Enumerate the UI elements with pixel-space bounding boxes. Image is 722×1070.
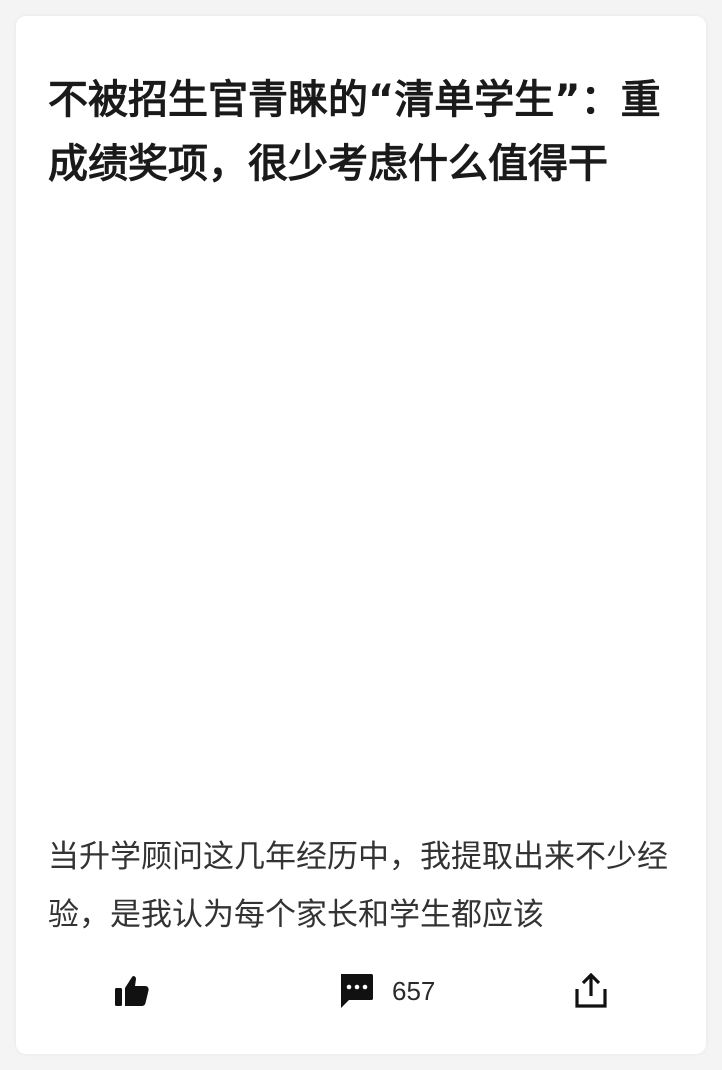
comment-button[interactable]: 657 [338,966,435,1016]
thumbs-up-icon [114,974,150,1008]
comment-bubble-icon [338,973,374,1009]
article-title[interactable]: 不被招生官青睐的“清单学生”：重成绩奖项，很少考虑什么值得干 [48,68,678,196]
share-upload-icon [574,973,608,1009]
like-button[interactable] [114,966,150,1016]
article-card[interactable]: 不被招生官青睐的“清单学生”：重成绩奖项，很少考虑什么值得干 当升学顾问这几年经… [16,16,706,1054]
comment-count: 657 [392,975,436,1006]
share-button[interactable] [574,966,608,1016]
article-excerpt: 当升学顾问这几年经历中，我提取出来不少经验，是我认为每个家长和学生都应该 [48,839,668,933]
action-bar: 657 [16,966,706,1016]
